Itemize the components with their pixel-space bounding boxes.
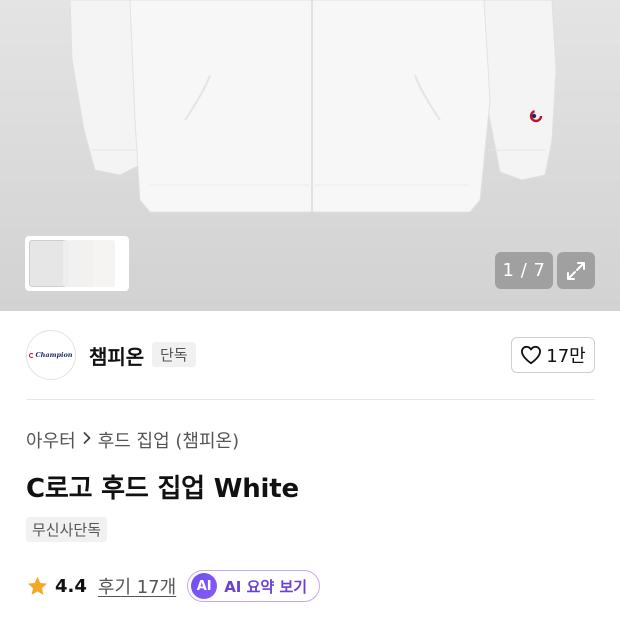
divider [26,399,595,400]
thumbnail-3[interactable] [85,240,115,287]
like-button[interactable]: 17만 [511,337,595,373]
breadcrumb: 아우터 후드 집업 (챔피온) [26,427,239,453]
like-count: 17만 [546,346,586,367]
ai-icon: AI [191,573,218,599]
brand-logo[interactable]: Champion [26,330,76,380]
ai-summary-label: AI 요약 보기 [224,577,308,596]
brand-name[interactable]: 챔피온 [89,341,144,370]
breadcrumb-item-subcategory[interactable]: 후드 집업 (챔피온) [98,427,239,453]
rating-value: 4.4 [55,575,87,597]
review-count-link[interactable]: 후기 17개 [98,573,176,599]
heart-outline-icon [521,345,542,365]
exclusive-tag: 무신사단독 [26,517,108,542]
champion-c-icon [29,352,35,358]
breadcrumb-item-category[interactable]: 아우터 [26,427,76,453]
star-icon [27,576,48,595]
expand-icon[interactable] [557,252,595,289]
thumbnail-strip[interactable] [25,236,129,291]
image-pager: 1 / 7 [495,252,553,289]
product-image-gallery[interactable]: 1 / 7 [0,0,620,311]
brand-exclusive-badge: 단독 [152,342,196,367]
brand-logo-text: Champion [35,351,73,359]
product-title: C로고 후드 집업 White [26,474,299,504]
chevron-right-icon [83,430,91,450]
ai-summary-button[interactable]: AI AI 요약 보기 [187,570,321,602]
rating-row: 4.4 후기 17개 AI AI 요약 보기 [26,570,321,602]
